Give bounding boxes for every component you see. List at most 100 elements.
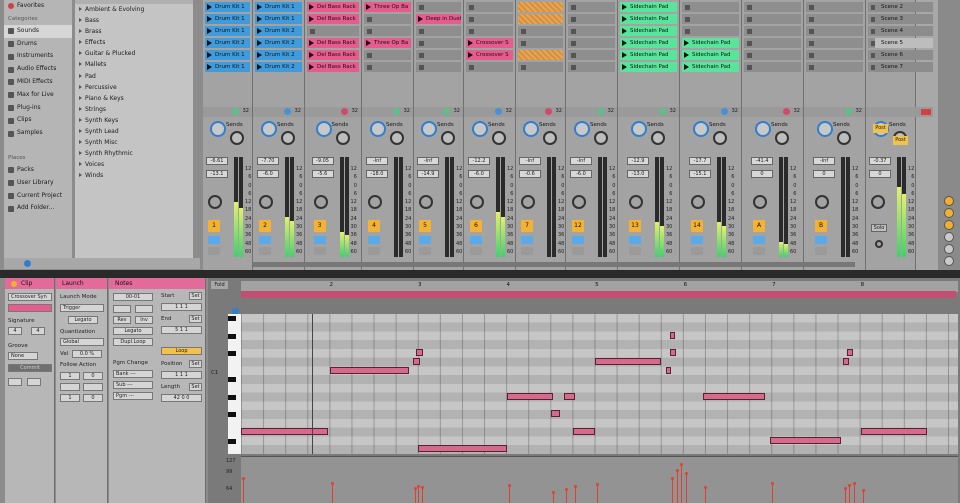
sub-bank-field[interactable]: Sub ---: [113, 381, 153, 389]
end-field[interactable]: 5 1 1: [161, 326, 202, 334]
browser-place-add-folder-[interactable]: Add Folder...: [4, 202, 72, 215]
track-volume-value[interactable]: -41.4: [751, 157, 773, 165]
clip-play-icon[interactable]: [309, 4, 314, 10]
empty-clip-slot[interactable]: [682, 26, 739, 36]
empty-clip-slot[interactable]: [364, 26, 411, 36]
track-activator-button[interactable]: B: [815, 220, 827, 232]
track-volume-value[interactable]: -17.7: [689, 157, 711, 165]
position-set-button[interactable]: Set: [189, 360, 202, 368]
empty-clip-slot[interactable]: [416, 38, 461, 48]
length-field[interactable]: 42 0 0: [161, 394, 202, 402]
send-a-knob[interactable]: [370, 121, 386, 137]
velocity-marker[interactable]: [671, 476, 675, 503]
clip-slot[interactable]: Drum Kit 1: [205, 26, 250, 36]
clip-play-icon[interactable]: [257, 64, 262, 70]
clip-play-icon[interactable]: [309, 52, 314, 58]
track-activator-button[interactable]: 13: [629, 220, 641, 232]
track-pan-value[interactable]: -13.1: [206, 170, 228, 178]
send-a-knob[interactable]: [755, 121, 771, 137]
midi-note[interactable]: [564, 392, 575, 400]
track-volume-value[interactable]: -Inf: [813, 157, 835, 165]
black-key[interactable]: [228, 316, 236, 321]
send-a-knob[interactable]: [421, 121, 437, 137]
double-length-button[interactable]: [135, 305, 153, 313]
pan-knob[interactable]: [470, 195, 484, 209]
clip-play-icon[interactable]: [207, 52, 212, 58]
empty-clip-slot[interactable]: [364, 14, 411, 24]
track-pan-value[interactable]: -14.9: [417, 170, 439, 178]
sidebar-toggle-button[interactable]: [944, 196, 954, 206]
nudge-back-button[interactable]: [8, 378, 22, 386]
send-a-knob[interactable]: [693, 121, 709, 137]
browser-place-samples[interactable]: Samples: [4, 127, 72, 140]
monitor-icon[interactable]: [341, 108, 348, 115]
arm-button[interactable]: [521, 247, 533, 255]
scene-launch-6[interactable]: Scene 6: [875, 50, 933, 60]
empty-clip-slot[interactable]: [364, 50, 411, 60]
track-pan-value[interactable]: -18.0: [366, 170, 388, 178]
velocity-marker[interactable]: [417, 485, 421, 503]
empty-clip-slot[interactable]: [518, 62, 563, 72]
follow-action-b-chance[interactable]: 0: [83, 394, 103, 402]
browser-file-item[interactable]: Piano & Keys: [75, 93, 193, 104]
send-a-knob[interactable]: [574, 121, 590, 137]
monitor-icon[interactable]: [545, 108, 552, 115]
view-divider[interactable]: [0, 270, 960, 278]
clip-slot[interactable]: Crossover S: [466, 50, 513, 60]
empty-clip-slot[interactable]: [416, 2, 461, 12]
scene-launch-7[interactable]: Scene 7: [875, 62, 933, 72]
track-pan-value[interactable]: -6.0: [570, 170, 592, 178]
browser-place-current-project[interactable]: Current Project: [4, 190, 72, 203]
midi-note[interactable]: [416, 349, 424, 356]
black-key[interactable]: [228, 333, 236, 339]
monitor-icon[interactable]: [495, 108, 502, 115]
clip-slot[interactable]: Del Bass Rack: [307, 62, 359, 72]
clip-slot[interactable]: Sidechain Pad: [682, 38, 739, 48]
clip-play-icon[interactable]: [684, 64, 689, 70]
solo-button[interactable]: [753, 236, 765, 244]
clip-slot[interactable]: Three Op Ba: [364, 2, 411, 12]
black-key[interactable]: [228, 377, 236, 383]
solo-button[interactable]: [629, 236, 641, 244]
browser-place-instruments[interactable]: Instruments: [4, 50, 72, 63]
browser-file-item[interactable]: Synth Lead: [75, 126, 193, 137]
browser-file-item[interactable]: Winds: [75, 170, 193, 181]
empty-clip-slot[interactable]: [568, 50, 615, 60]
send-a-knob[interactable]: [817, 121, 833, 137]
track-activator-button[interactable]: A: [753, 220, 765, 232]
arm-button[interactable]: [815, 247, 827, 255]
clip-slot[interactable]: Drum Kit 2: [205, 38, 250, 48]
browser-place-clips[interactable]: Clips: [4, 114, 72, 127]
midi-note[interactable]: [572, 427, 596, 435]
clip-slot[interactable]: Sidechain Pad: [682, 62, 739, 72]
clip-slot[interactable]: Deep in Dust: [416, 14, 461, 24]
velocity-marker[interactable]: [704, 485, 708, 503]
velocity-marker[interactable]: [507, 483, 511, 503]
empty-clip-slot[interactable]: [307, 26, 359, 36]
track-activator-button[interactable]: 6: [470, 220, 482, 232]
send-a-knob[interactable]: [472, 121, 488, 137]
clip-play-icon[interactable]: [622, 64, 627, 70]
clip-slot[interactable]: Drum Kit 1: [205, 62, 250, 72]
clip-play-icon[interactable]: [309, 64, 314, 70]
post-button[interactable]: Post: [893, 136, 908, 145]
sidebar-toggle-button[interactable]: [944, 220, 954, 230]
track-pan-value[interactable]: 0: [869, 170, 891, 178]
clip-play-icon[interactable]: [468, 40, 473, 46]
clip-slot[interactable]: Drum Kit 2: [255, 38, 302, 48]
browser-file-item[interactable]: Guitar & Plucked: [75, 48, 193, 59]
groove-commit-button[interactable]: Commit: [8, 364, 52, 372]
velocity-marker[interactable]: [861, 488, 865, 503]
track-activator-button[interactable]: 5: [419, 220, 431, 232]
empty-clip-slot[interactable]: [744, 62, 801, 72]
clip-play-icon[interactable]: [309, 16, 314, 22]
empty-clip-slot[interactable]: [744, 26, 801, 36]
velocity-marker[interactable]: [565, 487, 569, 503]
scene-launch-5[interactable]: Scene 5: [875, 38, 933, 48]
track-pan-value[interactable]: -6.0: [468, 170, 490, 178]
browser-file-item[interactable]: Ambient & Evolving: [75, 4, 193, 15]
monitor-icon[interactable]: [597, 108, 604, 115]
pan-knob[interactable]: [419, 195, 433, 209]
empty-clip-slot[interactable]: [466, 62, 513, 72]
clip-play-icon[interactable]: [684, 52, 689, 58]
